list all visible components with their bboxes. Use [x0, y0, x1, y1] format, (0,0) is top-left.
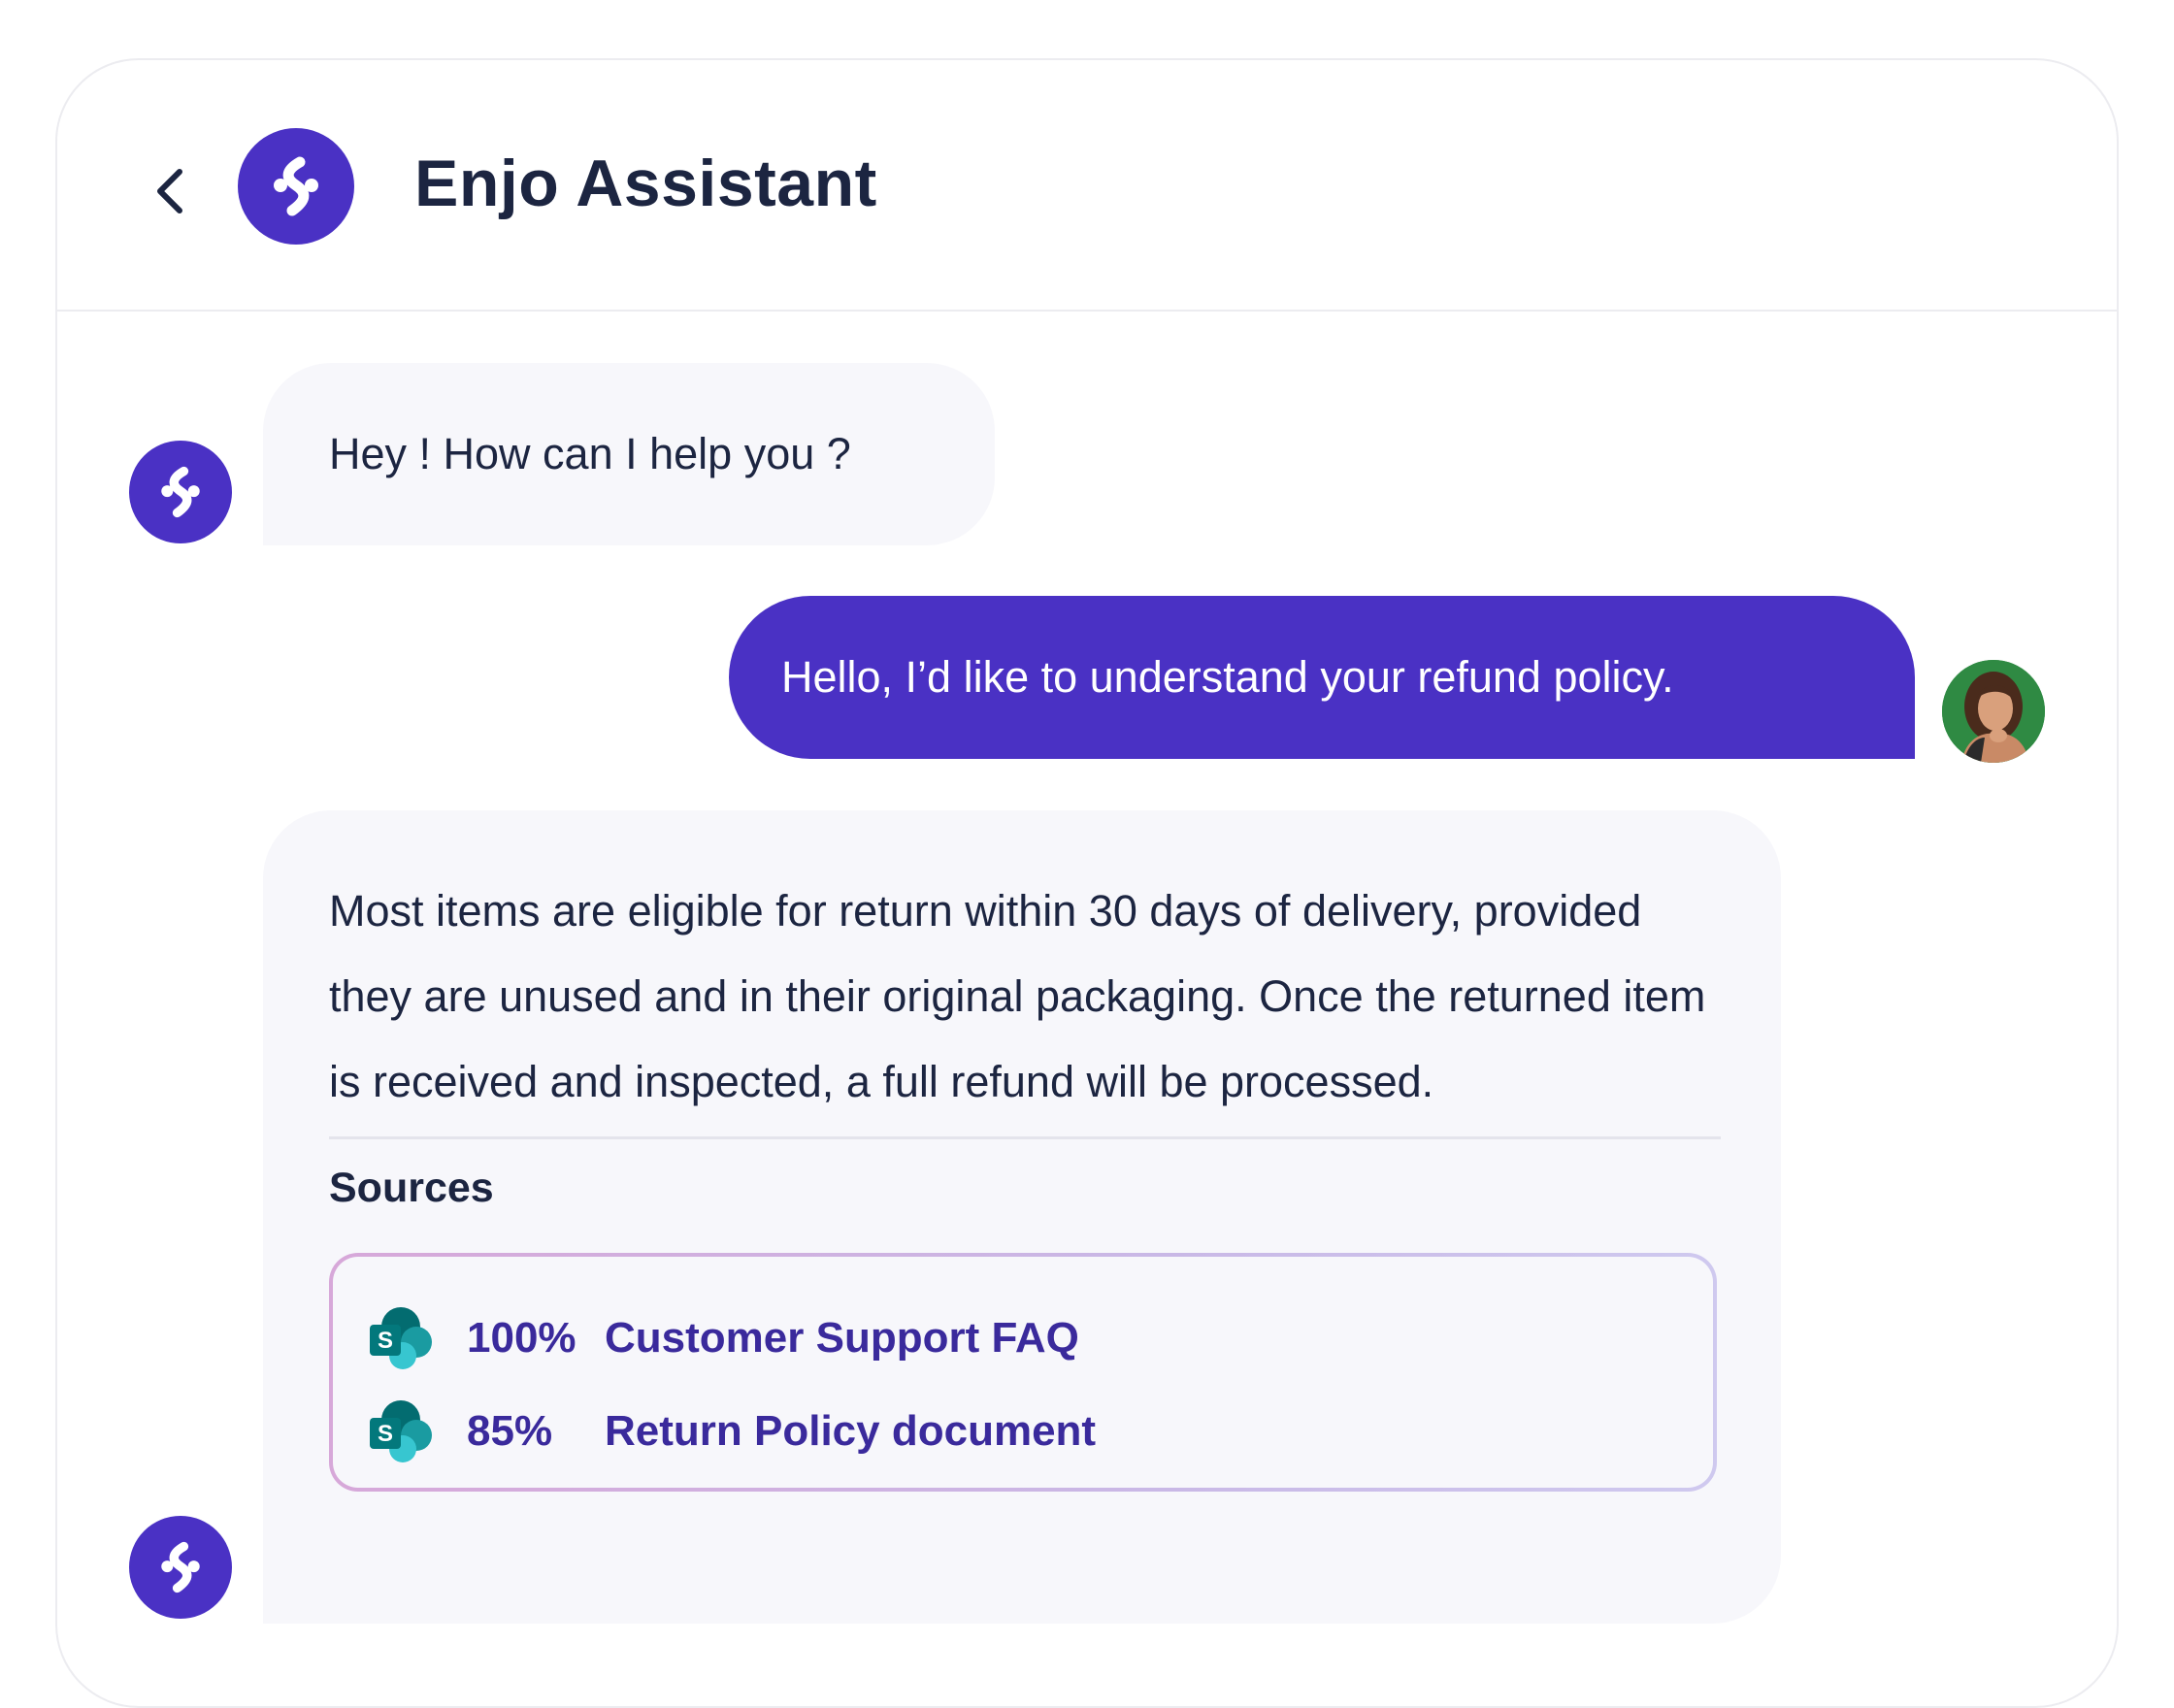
- svg-text:S: S: [378, 1328, 393, 1354]
- bot-avatar: [129, 1516, 232, 1619]
- enjo-logo-icon: [161, 1541, 200, 1593]
- source-percent: 85%: [467, 1407, 553, 1455]
- divider: [329, 1136, 1721, 1139]
- svg-text:S: S: [378, 1421, 393, 1447]
- enjo-logo-icon: [274, 156, 318, 216]
- chevron-left-icon: [157, 169, 182, 214]
- chat-window: Enjo Assistant Hey ! How can I help you …: [55, 58, 2119, 1708]
- page-title: Enjo Assistant: [414, 147, 877, 220]
- user-photo: [1942, 660, 2045, 763]
- bot-message: Hey ! How can I help you ?: [263, 363, 995, 545]
- source-percent: 100%: [467, 1314, 576, 1362]
- source-name[interactable]: Return Policy document: [605, 1407, 1096, 1456]
- sharepoint-icon: S: [370, 1307, 432, 1369]
- source-name[interactable]: Customer Support FAQ: [605, 1314, 1079, 1363]
- source-item[interactable]: S 85% Return Policy document: [366, 1385, 1713, 1478]
- message-text: Most items are eligible for return withi…: [329, 886, 1706, 1106]
- bot-avatar: [129, 441, 232, 543]
- user-avatar: [1942, 660, 2045, 763]
- enjo-logo-icon: [161, 466, 200, 518]
- message-text: Hello, I’d like to understand your refun…: [781, 652, 1674, 702]
- back-button[interactable]: [141, 157, 199, 225]
- sharepoint-icon: S: [370, 1400, 432, 1462]
- sources-list: S 100% Customer Support FAQ S 85% Return…: [329, 1253, 1717, 1492]
- message-text: Hey ! How can I help you ?: [329, 429, 851, 478]
- bot-message: Most items are eligible for return withi…: [263, 810, 1781, 1624]
- user-message: Hello, I’d like to understand your refun…: [729, 596, 1915, 759]
- sources-title: Sources: [329, 1165, 494, 1211]
- assistant-avatar: [238, 128, 354, 245]
- source-item[interactable]: S 100% Customer Support FAQ: [366, 1292, 1713, 1385]
- chat-header: Enjo Assistant: [57, 60, 2117, 312]
